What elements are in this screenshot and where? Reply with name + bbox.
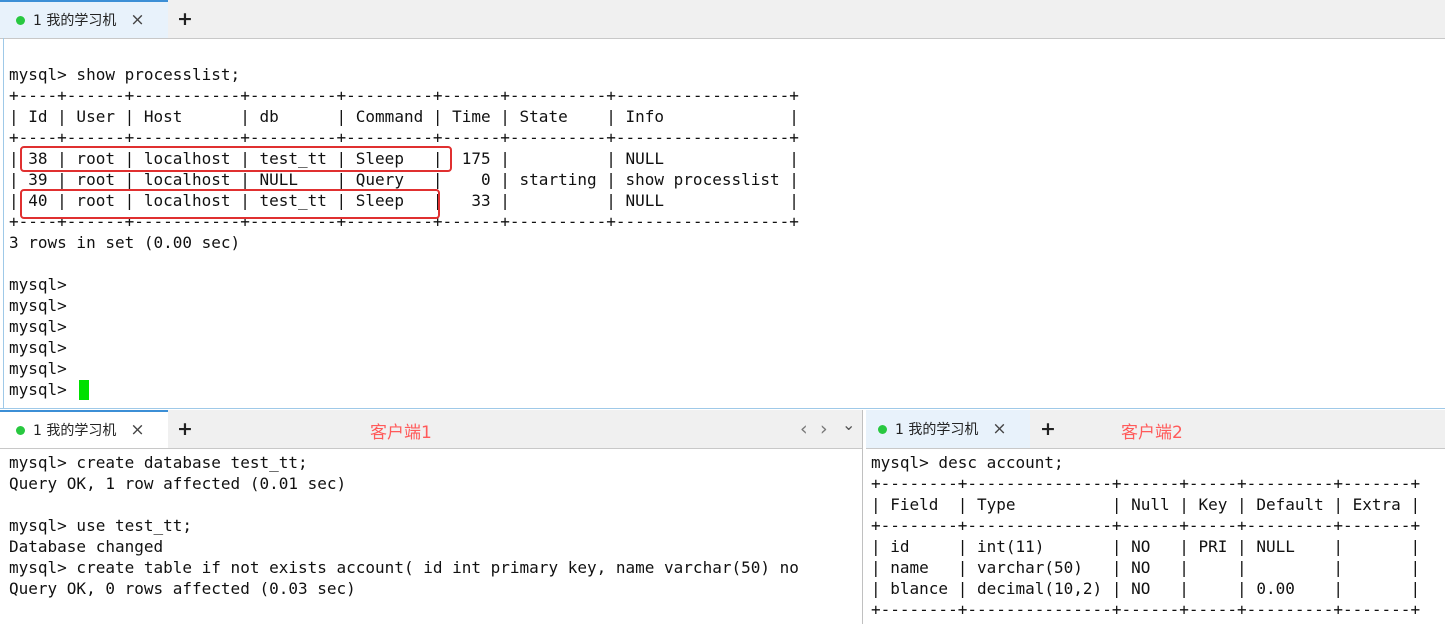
top-pane-left-border bbox=[3, 38, 4, 408]
client-1-annotation: 客户端1 bbox=[370, 423, 432, 443]
tab-scroll-right-icon[interactable]: › bbox=[820, 410, 828, 448]
left-add-tab-button[interactable]: + bbox=[177, 410, 193, 448]
top-tab-bar bbox=[0, 0, 1445, 39]
left-terminal-output[interactable]: mysql> create database test_tt; Query OK… bbox=[9, 452, 859, 622]
terminal-line: +----+------+-----------+---------+-----… bbox=[9, 86, 799, 105]
terminal-line: | id | int(11) | NO | PRI | NULL | | bbox=[871, 537, 1421, 556]
terminal-cursor bbox=[79, 380, 89, 400]
terminal-line: +----+------+-----------+---------+-----… bbox=[9, 128, 799, 147]
pane-split-divider[interactable] bbox=[862, 410, 863, 624]
connected-status-icon bbox=[16, 425, 25, 435]
terminal-line: +--------+---------------+------+-----+-… bbox=[871, 600, 1421, 619]
terminal-line: mysql> bbox=[9, 317, 67, 336]
terminal-line: mysql> bbox=[9, 359, 67, 378]
terminal-line: | name | varchar(50) | NO | | | | bbox=[871, 558, 1421, 577]
terminal-line: Query OK, 1 row affected (0.01 sec) bbox=[9, 474, 347, 493]
terminal-line: Query OK, 0 rows affected (0.03 sec) bbox=[9, 579, 356, 598]
terminal-line: | blance | decimal(10,2) | NO | | 0.00 |… bbox=[871, 579, 1421, 598]
terminal-line: mysql> create database test_tt; bbox=[9, 453, 308, 472]
terminal-line: Database changed bbox=[9, 537, 164, 556]
right-tab-close-icon[interactable]: × bbox=[992, 419, 1006, 439]
connected-status-icon bbox=[16, 15, 25, 25]
top-add-tab-button[interactable]: + bbox=[177, 0, 193, 38]
highlight-row-40 bbox=[20, 189, 440, 219]
terminal-line: | 39 | root | localhost | NULL | Query |… bbox=[9, 170, 799, 189]
highlight-row-38 bbox=[20, 146, 452, 172]
left-session-tab[interactable]: 1 我的学习机 × bbox=[0, 410, 168, 448]
terminal-line: mysql> use test_tt; bbox=[9, 516, 193, 535]
terminal-line: | Field | Type | Null | Key | Default | … bbox=[871, 495, 1421, 514]
tab-scroll-left-icon[interactable]: ‹ bbox=[800, 410, 808, 448]
top-pane-divider bbox=[0, 408, 1445, 409]
terminal-line: +--------+---------------+------+-----+-… bbox=[871, 474, 1421, 493]
terminal-line: mysql> bbox=[9, 338, 67, 357]
client-2-annotation: 客户端2 bbox=[1121, 423, 1183, 443]
connected-status-icon bbox=[878, 424, 887, 434]
top-terminal-output[interactable]: mysql> show processlist; +----+------+--… bbox=[9, 64, 1439, 404]
terminal-line: +--------+---------------+------+-----+-… bbox=[871, 516, 1421, 535]
left-tab-label: 1 我的学习机 bbox=[33, 423, 117, 439]
terminal-line: mysql> create table if not exists accoun… bbox=[9, 558, 799, 577]
tab-menu-chevron-icon[interactable]: ⌄ bbox=[842, 406, 855, 444]
right-terminal-output[interactable]: mysql> desc account; +--------+---------… bbox=[871, 452, 1443, 622]
left-tab-close-icon[interactable]: × bbox=[130, 420, 144, 440]
terminal-line: mysql> bbox=[9, 380, 77, 399]
top-tab-label: 1 我的学习机 bbox=[33, 13, 117, 29]
terminal-line: mysql> show processlist; bbox=[9, 65, 241, 84]
top-tab-close-icon[interactable]: × bbox=[130, 10, 144, 30]
right-add-tab-button[interactable]: + bbox=[1040, 410, 1056, 448]
top-session-tab[interactable]: 1 我的学习机 × bbox=[0, 0, 168, 38]
terminal-line: mysql> bbox=[9, 296, 67, 315]
terminal-line: 3 rows in set (0.00 sec) bbox=[9, 233, 241, 252]
terminal-line: mysql> bbox=[9, 275, 67, 294]
terminal-line: mysql> desc account; bbox=[871, 453, 1064, 472]
right-tab-label: 1 我的学习机 bbox=[895, 422, 979, 438]
right-session-tab[interactable]: 1 我的学习机 × bbox=[866, 410, 1030, 448]
terminal-line: | Id | User | Host | db | Command | Time… bbox=[9, 107, 799, 126]
